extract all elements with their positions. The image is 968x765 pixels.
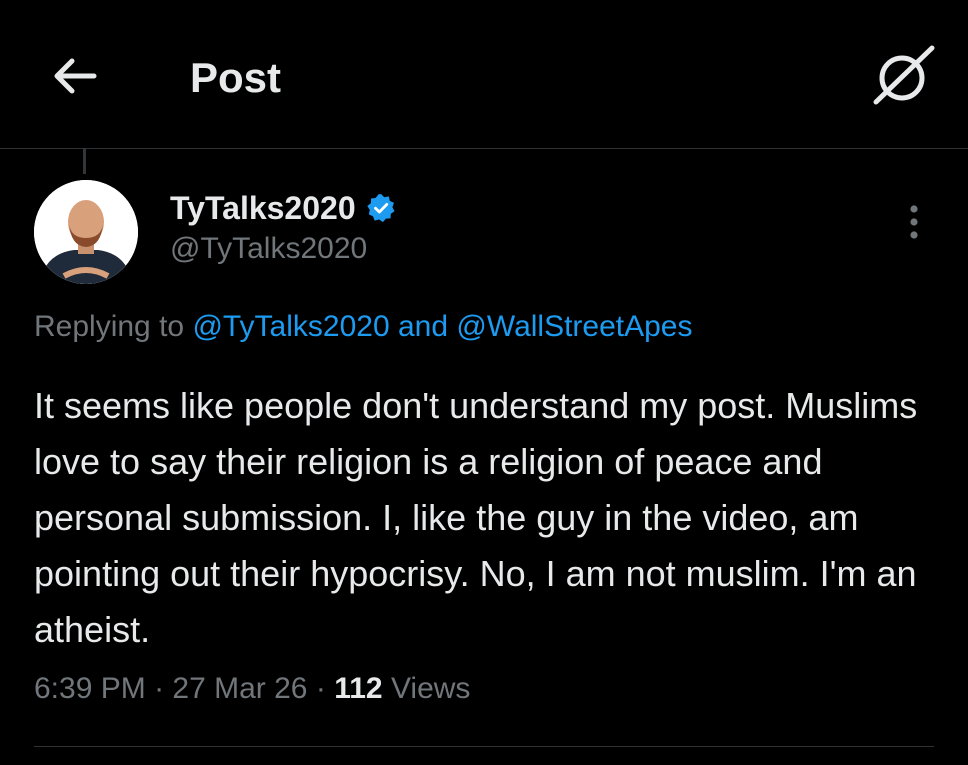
mention-link-wallstreetapes[interactable]: @WallStreetApes (456, 310, 692, 343)
views-label: Views (390, 672, 471, 705)
grok-icon (873, 45, 935, 105)
author-display-name[interactable]: TyTalks2020 (170, 190, 356, 227)
post-date[interactable]: 27 Mar 26 (172, 672, 307, 705)
thread-connector-line (83, 148, 86, 174)
replying-to-conjunction[interactable]: and (398, 310, 448, 343)
mention-link-tytalks2020[interactable]: @TyTalks2020 (192, 310, 389, 343)
top-bar: Post (0, 0, 968, 149)
views-count: 112 (334, 672, 383, 705)
back-button[interactable] (48, 52, 100, 100)
replying-to-line: Replying to @TyTalks2020 and @WallStreet… (34, 310, 693, 344)
post-time[interactable]: 6:39 PM (34, 672, 146, 705)
grok-button[interactable] (868, 40, 940, 112)
post-metadata: 6:39 PM · 27 Mar 26 · 112 Views (34, 672, 470, 706)
more-vertical-icon (910, 205, 918, 239)
arrow-left-icon (54, 58, 97, 94)
divider (34, 746, 934, 747)
author-name-row: TyTalks2020 (170, 188, 396, 228)
avatar[interactable] (34, 180, 138, 284)
meta-separator: · (315, 672, 326, 705)
author-handle[interactable]: @TyTalks2020 (170, 232, 367, 266)
post-body-text: It seems like people don't understand my… (34, 385, 918, 650)
more-options-button[interactable] (896, 200, 932, 244)
profile-photo (34, 180, 138, 284)
page-title: Post (190, 54, 282, 101)
replying-to-label: Replying to (34, 310, 185, 343)
verified-badge-icon[interactable] (366, 193, 396, 223)
meta-separator: · (154, 672, 165, 705)
